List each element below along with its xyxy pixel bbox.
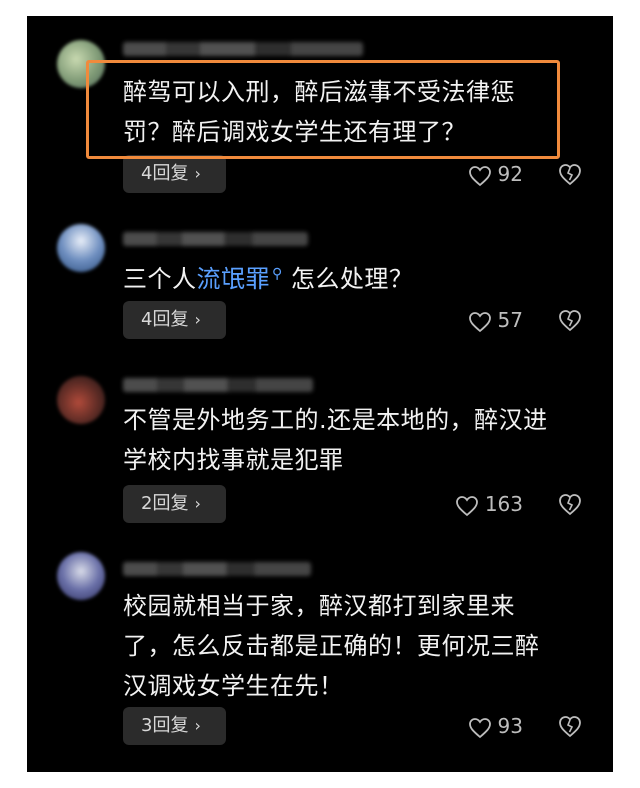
reply-button[interactable]: 2回复 › — [123, 485, 226, 523]
reply-button[interactable]: 4回复 › — [123, 301, 226, 339]
like-count: 93 — [497, 714, 523, 738]
comment-text-line: 校园就相当于家，醉汉都打到家里来 — [123, 592, 515, 620]
reply-button[interactable]: 3回复 › — [123, 707, 226, 745]
reply-label: 3回复 — [141, 715, 189, 736]
reply-button[interactable]: 4回复 › — [123, 155, 226, 193]
search-icon[interactable]: ⚲ — [272, 266, 283, 282]
chevron-right-icon: › — [194, 164, 201, 183]
comment-text-suffix: 怎么处理？ — [282, 265, 414, 293]
username-blurred[interactable] — [123, 232, 308, 246]
like-button[interactable]: 92 — [468, 155, 523, 193]
comment-text-line: 汉调戏女学生在先！ — [123, 672, 344, 700]
like-count: 163 — [484, 492, 523, 516]
chevron-right-icon: › — [194, 310, 201, 329]
comment-text: 校园就相当于家，醉汉都打到家里来 了，怎么反击都是正确的！更何况三醉 汉调戏女学… — [123, 586, 593, 706]
broken-heart-icon[interactable] — [557, 161, 583, 187]
like-button[interactable]: 93 — [468, 707, 523, 745]
comment-text-line: 不管是外地务工的.还是本地的，醉汉进 — [123, 406, 548, 434]
comment-text-prefix: 三个人 — [123, 265, 197, 293]
chevron-right-icon: › — [194, 494, 201, 513]
broken-heart-icon[interactable] — [557, 713, 583, 739]
avatar[interactable] — [57, 552, 105, 600]
heart-icon — [468, 165, 491, 186]
heart-icon — [468, 717, 491, 738]
chevron-right-icon: › — [194, 716, 201, 735]
comment-text: 三个人流氓罪 ⚲ 怎么处理？ — [123, 254, 593, 299]
comment-list: 醉驾可以入刑，醉后滋事不受法律惩 罚？醉后调戏女学生还有理了？ 4回复 › 92 … — [27, 16, 613, 772]
avatar[interactable] — [57, 376, 105, 424]
avatar[interactable] — [57, 224, 105, 272]
reply-label: 4回复 — [141, 309, 189, 330]
username-blurred[interactable] — [123, 378, 313, 392]
like-button[interactable]: 163 — [455, 485, 523, 523]
comment-text: 不管是外地务工的.还是本地的，醉汉进 学校内找事就是犯罪 — [123, 400, 593, 480]
reply-label: 2回复 — [141, 493, 189, 514]
username-blurred[interactable] — [123, 562, 311, 576]
search-link[interactable]: 流氓罪 — [197, 265, 271, 293]
broken-heart-icon[interactable] — [557, 491, 583, 517]
like-count: 57 — [497, 308, 523, 332]
username-blurred[interactable] — [123, 42, 363, 56]
like-count: 92 — [497, 162, 523, 186]
comment-text-line: 了，怎么反击都是正确的！更何况三醉 — [123, 632, 540, 660]
broken-heart-icon[interactable] — [557, 307, 583, 333]
highlight-box — [86, 60, 560, 159]
reply-label: 4回复 — [141, 163, 189, 184]
heart-icon — [455, 495, 478, 516]
like-button[interactable]: 57 — [468, 301, 523, 339]
comment-text-line: 学校内找事就是犯罪 — [123, 446, 344, 474]
heart-icon — [468, 311, 491, 332]
